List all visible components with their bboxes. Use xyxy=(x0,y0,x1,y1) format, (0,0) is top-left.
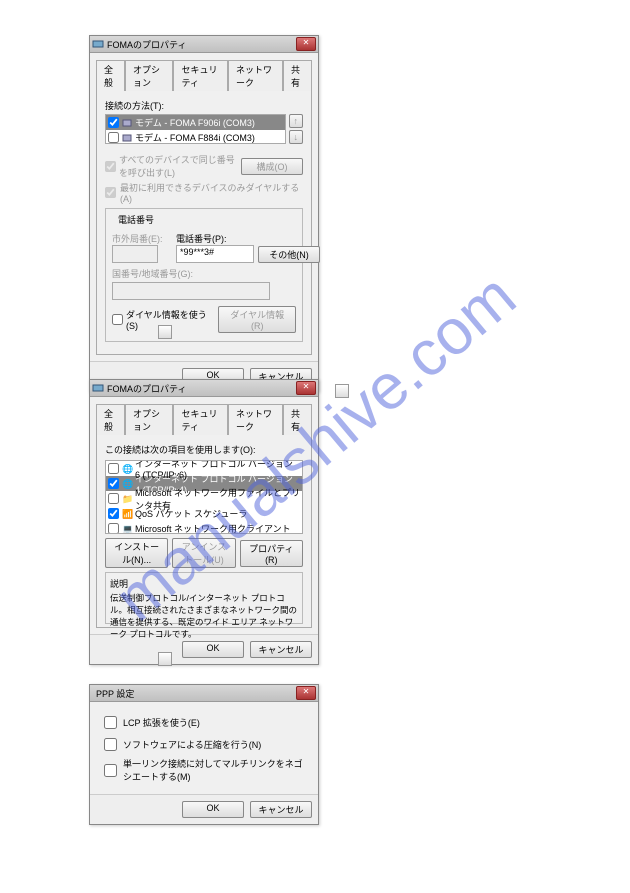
lcp-label: LCP 拡張を使う(E) xyxy=(123,716,200,729)
tabs: 全般 オプション セキュリティ ネットワーク 共有 xyxy=(96,403,312,434)
step-marker-icon xyxy=(335,384,349,398)
install-button[interactable]: インストール(N)... xyxy=(105,538,168,568)
all-devices-checkbox xyxy=(105,161,116,172)
net-label-client: Microsoft ネットワーク用クライアント xyxy=(135,522,291,534)
dialog-ppp-settings: PPP 設定 ✕ LCP 拡張を使う(E) ソフトウェアによる圧縮を行う(N) … xyxy=(89,684,319,825)
other-button[interactable]: その他(N) xyxy=(258,246,320,263)
titlebar: FOMAのプロパティ ✕ xyxy=(90,380,318,397)
titlebar: FOMAのプロパティ ✕ xyxy=(90,36,318,53)
dialog-buttons: OK キャンセル xyxy=(90,794,318,824)
tab-network[interactable]: ネットワーク xyxy=(228,60,283,91)
phone-number-field[interactable]: *99***3# xyxy=(176,245,254,263)
network-components-list[interactable]: 🌐 インターネット プロトコル バージョン 6 (TCP/IPv6) 🌐 インタ… xyxy=(105,460,303,534)
tab-security[interactable]: セキュリティ xyxy=(173,60,228,91)
tab-general[interactable]: 全般 xyxy=(96,60,125,91)
description-text: 伝送制御プロトコル/インターネット プロトコル。相互接続されたさまざまなネットワ… xyxy=(110,592,298,640)
step-marker-icon xyxy=(158,325,172,339)
uninstall-button: アンインストール(U) xyxy=(172,538,235,568)
service-icon: 📁 xyxy=(122,494,132,504)
tab-body-general: 接続の方法(T): モデム - FOMA F906i (COM3) モデム - … xyxy=(96,90,312,355)
area-code-label: 市外局番(E): xyxy=(112,232,172,245)
modem-icon xyxy=(122,133,132,143)
country-code-label: 国番号/地域番号(G): xyxy=(112,267,193,280)
modem-icon xyxy=(122,118,132,128)
modem-label-2: モデム - FOMA F884i (COM3) xyxy=(135,131,255,144)
phone-group-label: 電話番号 xyxy=(116,213,156,226)
dialog-title: FOMAのプロパティ xyxy=(107,38,296,51)
net-label-qos: QoS パケット スケジューラ xyxy=(135,507,247,520)
only-connected-checkbox xyxy=(105,187,116,198)
dialog-title: PPP 設定 xyxy=(92,687,296,700)
software-compression-checkbox[interactable] xyxy=(104,738,117,751)
close-icon[interactable]: ✕ xyxy=(296,37,316,51)
move-down-button: ↓ xyxy=(289,130,304,144)
modem-label-1: モデム - FOMA F906i (COM3) xyxy=(135,116,255,129)
connect-method-label: 接続の方法(T): xyxy=(105,99,303,112)
area-code-field xyxy=(112,245,158,263)
configure-button[interactable]: 構成(O) xyxy=(241,158,303,175)
modem-row-1[interactable]: モデム - FOMA F906i (COM3) xyxy=(106,115,285,130)
description-box: 説明 伝送制御プロトコル/インターネット プロトコル。相互接続されたさまざまなネ… xyxy=(105,572,303,624)
tab-options[interactable]: オプション xyxy=(125,60,173,91)
multilink-label: 単一リンク接続に対してマルチリンクをネゴシエートする(M) xyxy=(123,757,308,783)
multilink-checkbox[interactable] xyxy=(104,764,117,777)
uses-label: この接続は次の項目を使用します(O): xyxy=(105,443,303,456)
service-icon: 📶 xyxy=(122,509,132,519)
tab-sharing[interactable]: 共有 xyxy=(283,404,312,435)
net-checkbox-ipv6[interactable] xyxy=(108,463,119,474)
dialog-properties-network: FOMAのプロパティ ✕ 全般 オプション セキュリティ ネットワーク 共有 こ… xyxy=(89,379,319,665)
modem-row-2[interactable]: モデム - FOMA F884i (COM3) xyxy=(106,130,285,144)
tab-general[interactable]: 全般 xyxy=(96,404,125,435)
properties-button[interactable]: プロパティ(R) xyxy=(240,540,303,567)
dialog-icon xyxy=(92,38,104,50)
titlebar: PPP 設定 ✕ xyxy=(90,685,318,702)
net-checkbox-ipv4[interactable] xyxy=(108,478,119,489)
step-marker-icon xyxy=(158,652,172,666)
dialog-properties-general: FOMAのプロパティ ✕ 全般 オプション セキュリティ ネットワーク 共有 接… xyxy=(89,35,319,392)
modem-listbox[interactable]: モデム - FOMA F906i (COM3) モデム - FOMA F884i… xyxy=(105,114,286,144)
ppp-body: LCP 拡張を使う(E) ソフトウェアによる圧縮を行う(N) 単一リンク接続に対… xyxy=(90,702,318,794)
only-connected-label: 最初に利用できるデバイスのみダイヤルする(A) xyxy=(120,181,303,204)
modem-checkbox-1[interactable] xyxy=(108,117,119,128)
software-compression-label: ソフトウェアによる圧縮を行う(N) xyxy=(123,738,261,751)
phone-group: 電話番号 市外局番(E): 電話番号(P): *99***3# その他(N) 国… xyxy=(105,208,303,342)
dialog-title: FOMAのプロパティ xyxy=(107,382,296,395)
dial-info-button: ダイヤル情報(R) xyxy=(218,306,296,333)
tab-body-network: この接続は次の項目を使用します(O): 🌐 インターネット プロトコル バージョ… xyxy=(96,434,312,628)
dialog-icon xyxy=(92,382,104,394)
use-dial-rules-checkbox[interactable] xyxy=(112,314,123,325)
client-icon: 💻 xyxy=(122,524,132,534)
tab-network[interactable]: ネットワーク xyxy=(228,404,283,435)
ok-button[interactable]: OK xyxy=(182,641,244,658)
all-devices-label: すべてのデバイスで同じ番号を呼び出す(L) xyxy=(119,153,237,179)
close-icon[interactable]: ✕ xyxy=(296,686,316,700)
lcp-checkbox[interactable] xyxy=(104,716,117,729)
description-label: 説明 xyxy=(110,577,298,590)
net-item-client[interactable]: 💻 Microsoft ネットワーク用クライアント xyxy=(106,521,302,534)
net-checkbox-qos[interactable] xyxy=(108,508,119,519)
protocol-icon: 🌐 xyxy=(122,479,132,489)
protocol-icon: 🌐 xyxy=(122,464,132,474)
move-up-button: ↑ xyxy=(289,114,304,128)
net-checkbox-fileshare[interactable] xyxy=(108,493,119,504)
cancel-button[interactable]: キャンセル xyxy=(250,641,312,658)
close-icon[interactable]: ✕ xyxy=(296,381,316,395)
net-item-fileshare[interactable]: 📁 Microsoft ネットワーク用ファイルとプリンタ共有 xyxy=(106,491,302,506)
ok-button[interactable]: OK xyxy=(182,801,244,818)
tab-security[interactable]: セキュリティ xyxy=(173,404,228,435)
modem-checkbox-2[interactable] xyxy=(108,132,119,143)
tab-options[interactable]: オプション xyxy=(125,404,173,435)
country-code-field xyxy=(112,282,270,300)
net-checkbox-client[interactable] xyxy=(108,523,119,534)
cancel-button[interactable]: キャンセル xyxy=(250,801,312,818)
tab-sharing[interactable]: 共有 xyxy=(283,60,312,91)
phone-number-label: 電話番号(P): xyxy=(176,232,254,245)
tabs: 全般 オプション セキュリティ ネットワーク 共有 xyxy=(96,59,312,90)
